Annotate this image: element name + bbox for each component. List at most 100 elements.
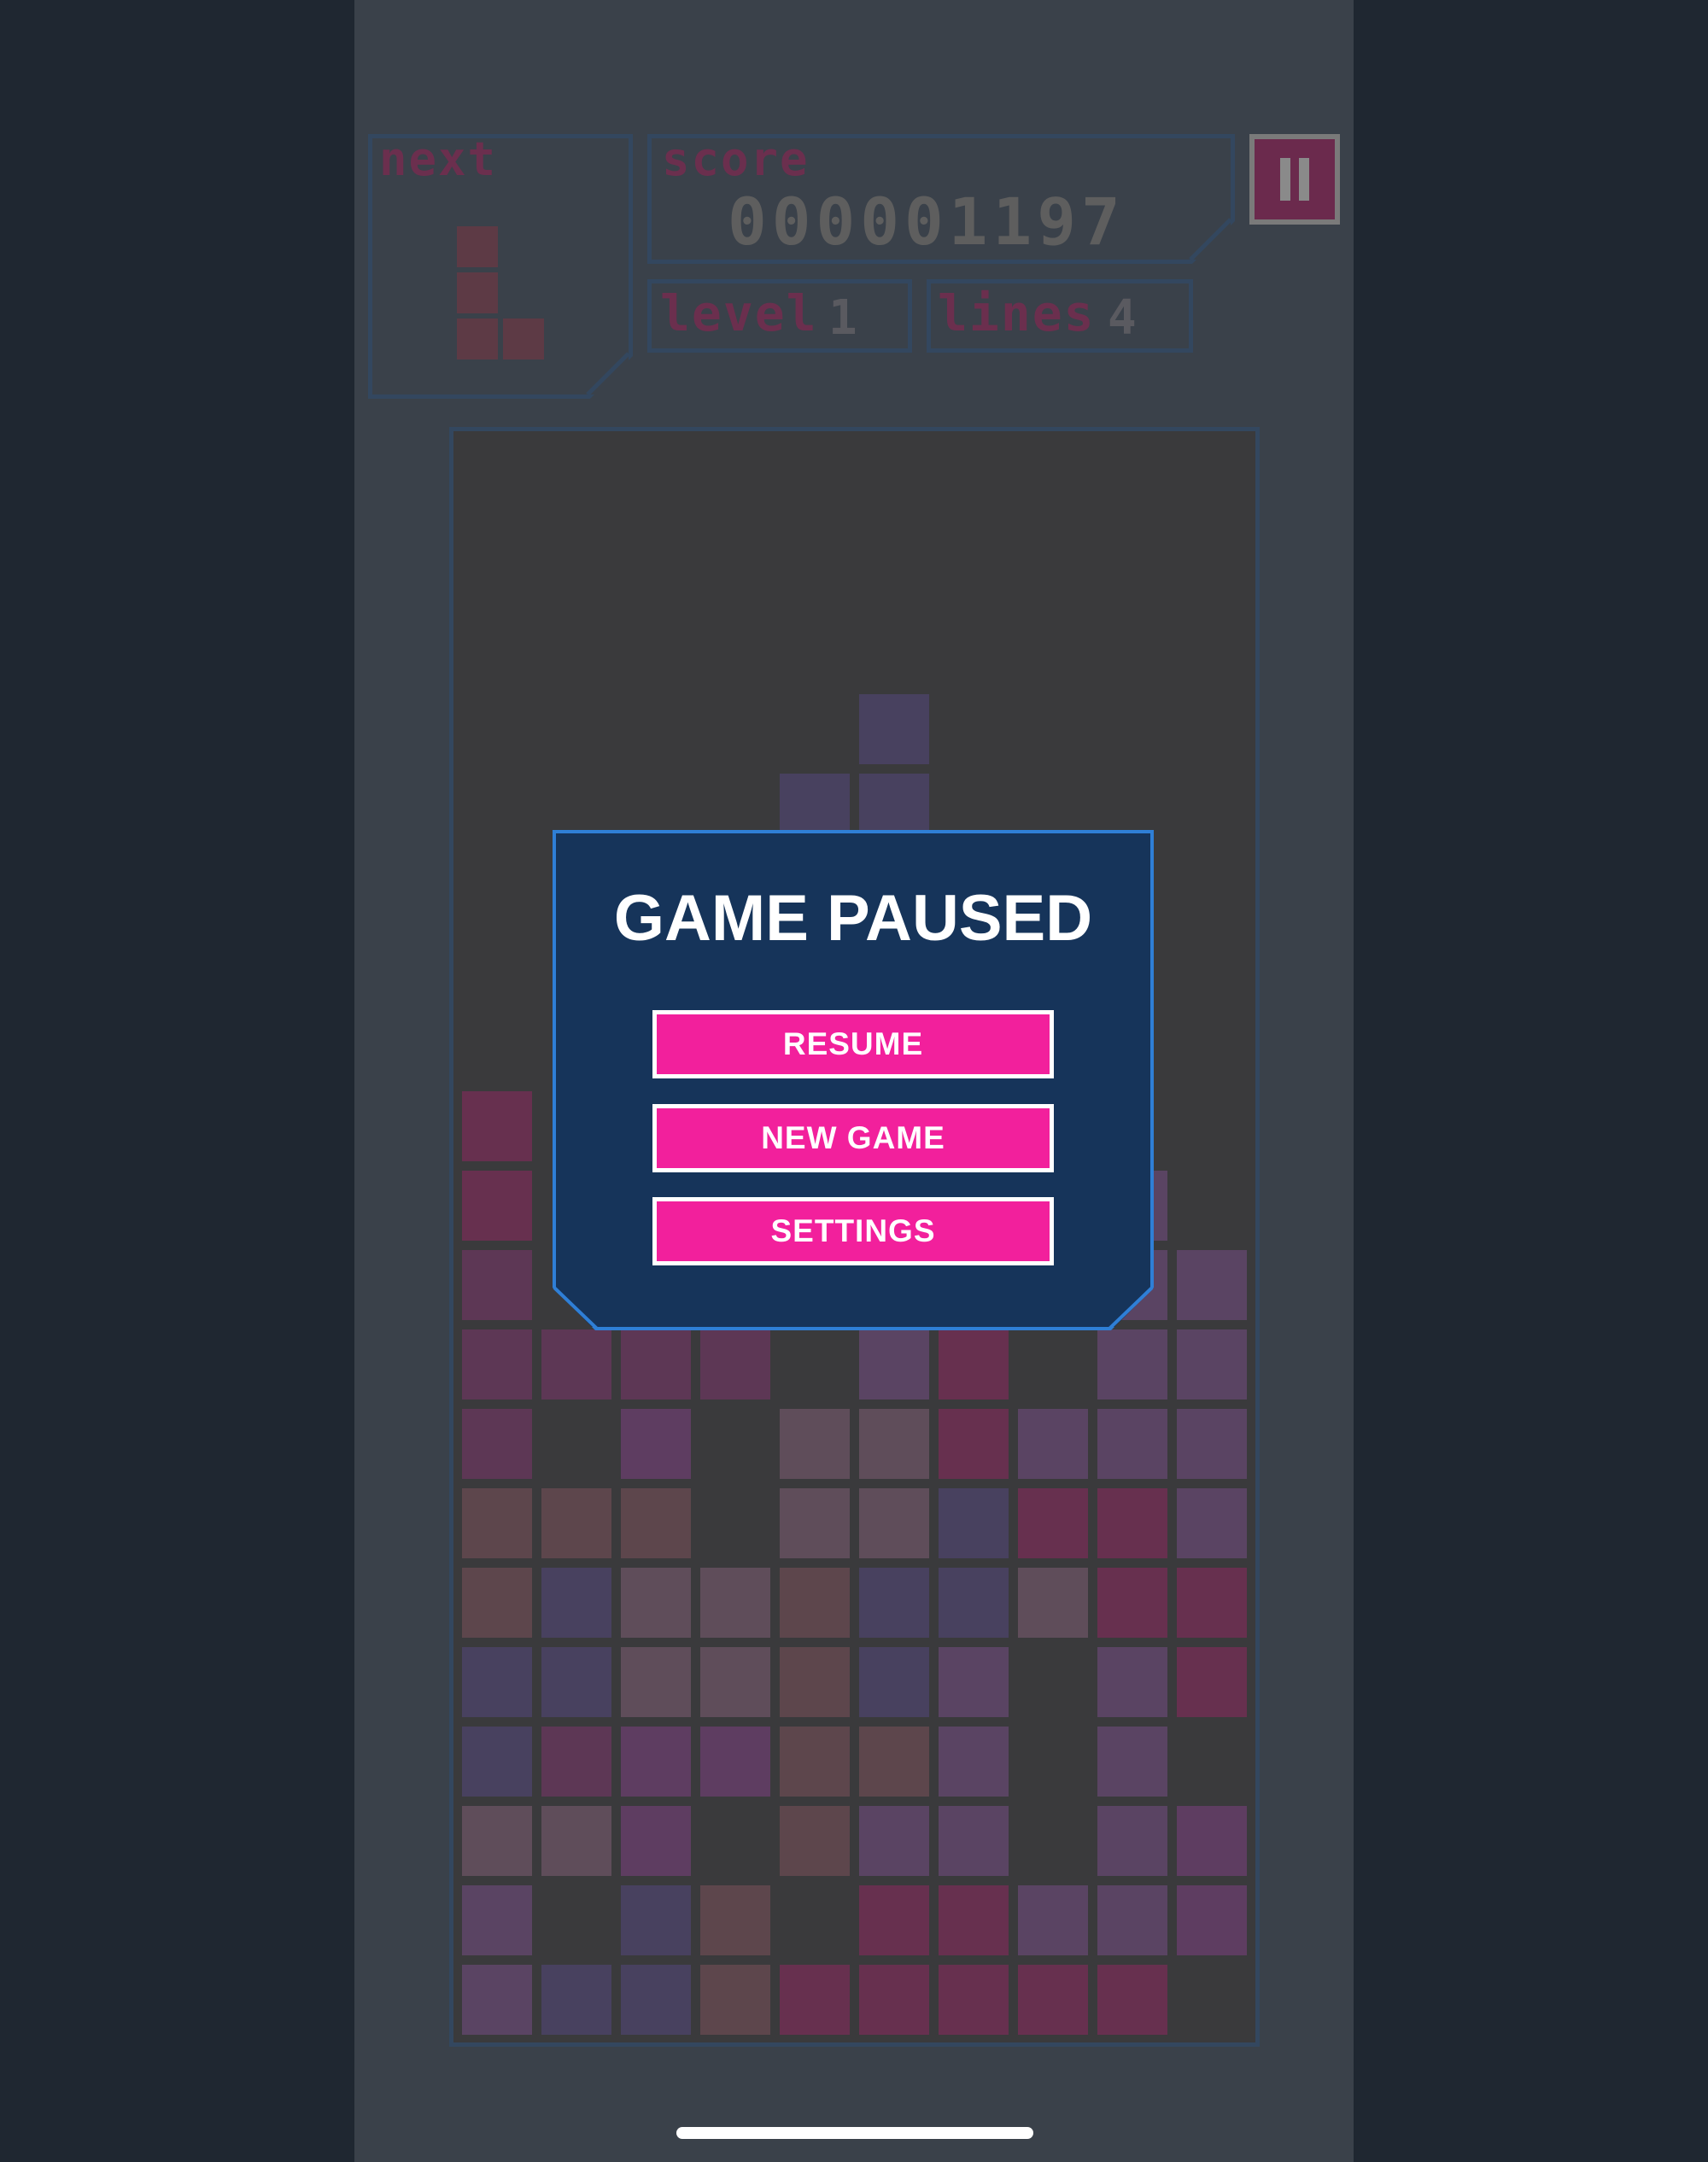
locked-block [1097,1965,1167,2035]
locked-block [859,1885,929,1955]
locked-block [621,1647,691,1717]
active-piece-block [859,694,929,764]
locked-block [700,1568,770,1638]
locked-block [939,1488,1009,1558]
locked-block [541,1727,611,1797]
locked-block [859,1488,929,1558]
locked-block [462,1250,532,1320]
locked-block [859,1568,929,1638]
locked-block [621,1568,691,1638]
locked-block [859,1965,929,2035]
locked-block [1177,1885,1247,1955]
locked-block [939,1647,1009,1717]
locked-block [621,1409,691,1479]
locked-block [1018,1488,1088,1558]
locked-block [462,1091,532,1161]
locked-block [700,1329,770,1399]
locked-block [462,1965,532,2035]
locked-block [1177,1568,1247,1638]
next-piece-block [457,272,498,313]
locked-block [462,1568,532,1638]
lines-label: lines [938,284,1096,342]
locked-block [780,1409,850,1479]
locked-block [462,1171,532,1241]
locked-block [939,1885,1009,1955]
locked-block [780,1727,850,1797]
next-piece-block [457,226,498,267]
level-label: level [660,284,818,342]
locked-block [1177,1806,1247,1876]
new-game-button[interactable]: NEW GAME [652,1104,1054,1172]
lines-value: 4 [1108,290,1137,346]
locked-block [462,1329,532,1399]
settings-button[interactable]: SETTINGS [652,1197,1054,1265]
locked-block [859,1329,929,1399]
locked-block [621,1488,691,1558]
pause-dialog-title: GAME PAUSED [613,882,1093,955]
locked-block [780,1806,850,1876]
locked-block [859,1806,929,1876]
locked-block [541,1329,611,1399]
locked-block [1177,1329,1247,1399]
locked-block [462,1727,532,1797]
locked-block [541,1568,611,1638]
locked-block [780,1965,850,2035]
locked-block [462,1885,532,1955]
locked-block [939,1727,1009,1797]
locked-block [859,1647,929,1717]
locked-block [1097,1727,1167,1797]
locked-block [780,1568,850,1638]
locked-block [541,1965,611,2035]
locked-block [1177,1409,1247,1479]
locked-block [1097,1568,1167,1638]
locked-block [1177,1250,1247,1320]
locked-block [780,1488,850,1558]
locked-block [1018,1885,1088,1955]
locked-block [859,1409,929,1479]
locked-block [541,1647,611,1717]
locked-block [541,1806,611,1876]
locked-block [939,1568,1009,1638]
score-value: 000001197 [728,184,1126,260]
locked-block [1097,1885,1167,1955]
next-label: next [379,132,498,186]
home-indicator[interactable] [676,2127,1033,2139]
locked-block [1097,1409,1167,1479]
score-label: score [662,132,810,186]
locked-block [939,1329,1009,1399]
locked-block [1097,1647,1167,1717]
locked-block [1097,1806,1167,1876]
locked-block [541,1488,611,1558]
locked-block [621,1329,691,1399]
locked-block [1177,1488,1247,1558]
locked-block [621,1885,691,1955]
locked-block [700,1885,770,1955]
level-value: 1 [828,290,857,346]
locked-block [462,1647,532,1717]
locked-block [1018,1965,1088,2035]
locked-block [1097,1488,1167,1558]
resume-button[interactable]: RESUME [652,1010,1054,1078]
locked-block [859,1727,929,1797]
next-piece-block [503,318,544,359]
pause-icon [1280,158,1309,201]
pause-button[interactable] [1249,134,1340,225]
locked-block [621,1965,691,2035]
locked-block [939,1806,1009,1876]
locked-block [1018,1568,1088,1638]
next-piece-block [457,318,498,359]
locked-block [621,1806,691,1876]
locked-block [621,1727,691,1797]
locked-block [462,1806,532,1876]
locked-block [462,1409,532,1479]
locked-block [1018,1409,1088,1479]
locked-block [700,1965,770,2035]
locked-block [462,1488,532,1558]
locked-block [939,1409,1009,1479]
locked-block [1177,1647,1247,1717]
locked-block [780,1647,850,1717]
locked-block [1097,1329,1167,1399]
locked-block [700,1647,770,1717]
locked-block [939,1965,1009,2035]
locked-block [700,1727,770,1797]
